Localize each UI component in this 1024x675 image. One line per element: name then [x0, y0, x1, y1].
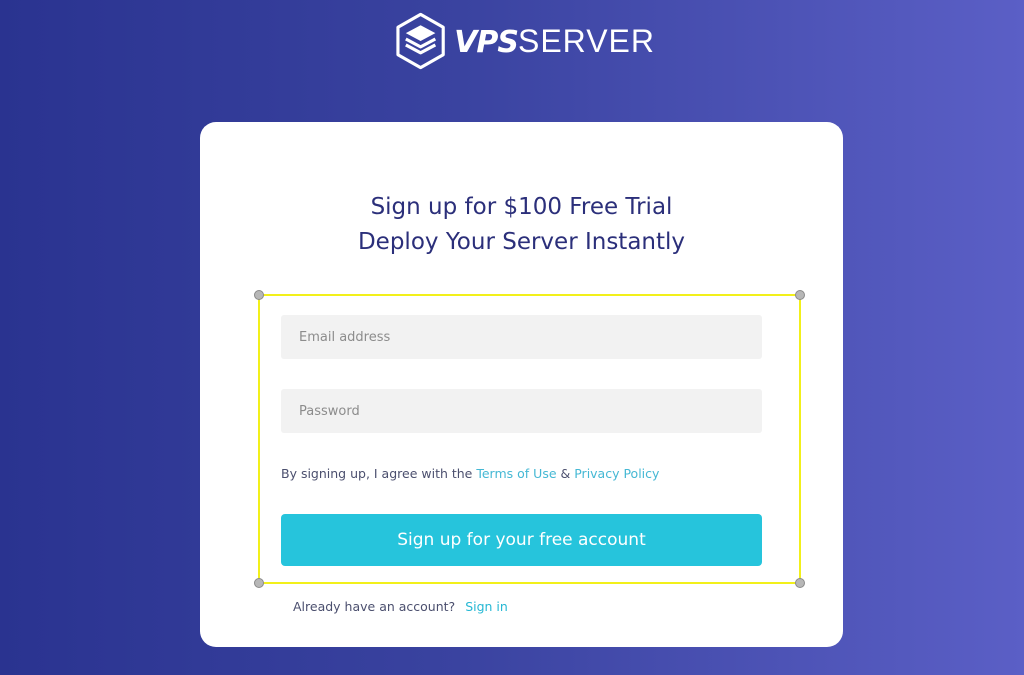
signup-heading: Sign up for $100 Free Trial Deploy Your … — [200, 190, 843, 260]
email-field[interactable] — [281, 315, 762, 359]
signin-link[interactable]: Sign in — [465, 599, 508, 614]
stacked-layers-hexagon-icon — [396, 12, 445, 70]
terms-prefix: By signing up, I agree with the — [281, 466, 477, 481]
brand-logo: VPS SERVER — [395, 12, 655, 70]
terms-of-use-link[interactable]: Terms of Use — [476, 466, 556, 481]
resize-handle-bottom-right[interactable] — [795, 578, 805, 588]
brand-name-light: SERVER — [517, 22, 655, 59]
brand-name: VPS SERVER — [454, 25, 655, 58]
terms-agreement: By signing up, I agree with the Terms of… — [281, 466, 659, 481]
brand-name-bold: VPS — [454, 24, 519, 60]
heading-line-1: Sign up for $100 Free Trial — [370, 194, 673, 220]
signup-card: Sign up for $100 Free Trial Deploy Your … — [200, 122, 843, 647]
signin-prompt: Already have an account? — [293, 599, 456, 614]
resize-handle-bottom-left[interactable] — [254, 578, 264, 588]
heading-line-2: Deploy Your Server Instantly — [357, 229, 686, 255]
password-field[interactable] — [281, 389, 762, 433]
terms-ampersand: & — [556, 466, 575, 481]
resize-handle-top-left[interactable] — [254, 290, 264, 300]
signup-submit-button[interactable]: Sign up for your free account — [281, 514, 762, 566]
privacy-policy-link[interactable]: Privacy Policy — [574, 466, 659, 481]
signin-row: Already have an account? Sign in — [293, 599, 508, 614]
resize-handle-top-right[interactable] — [795, 290, 805, 300]
